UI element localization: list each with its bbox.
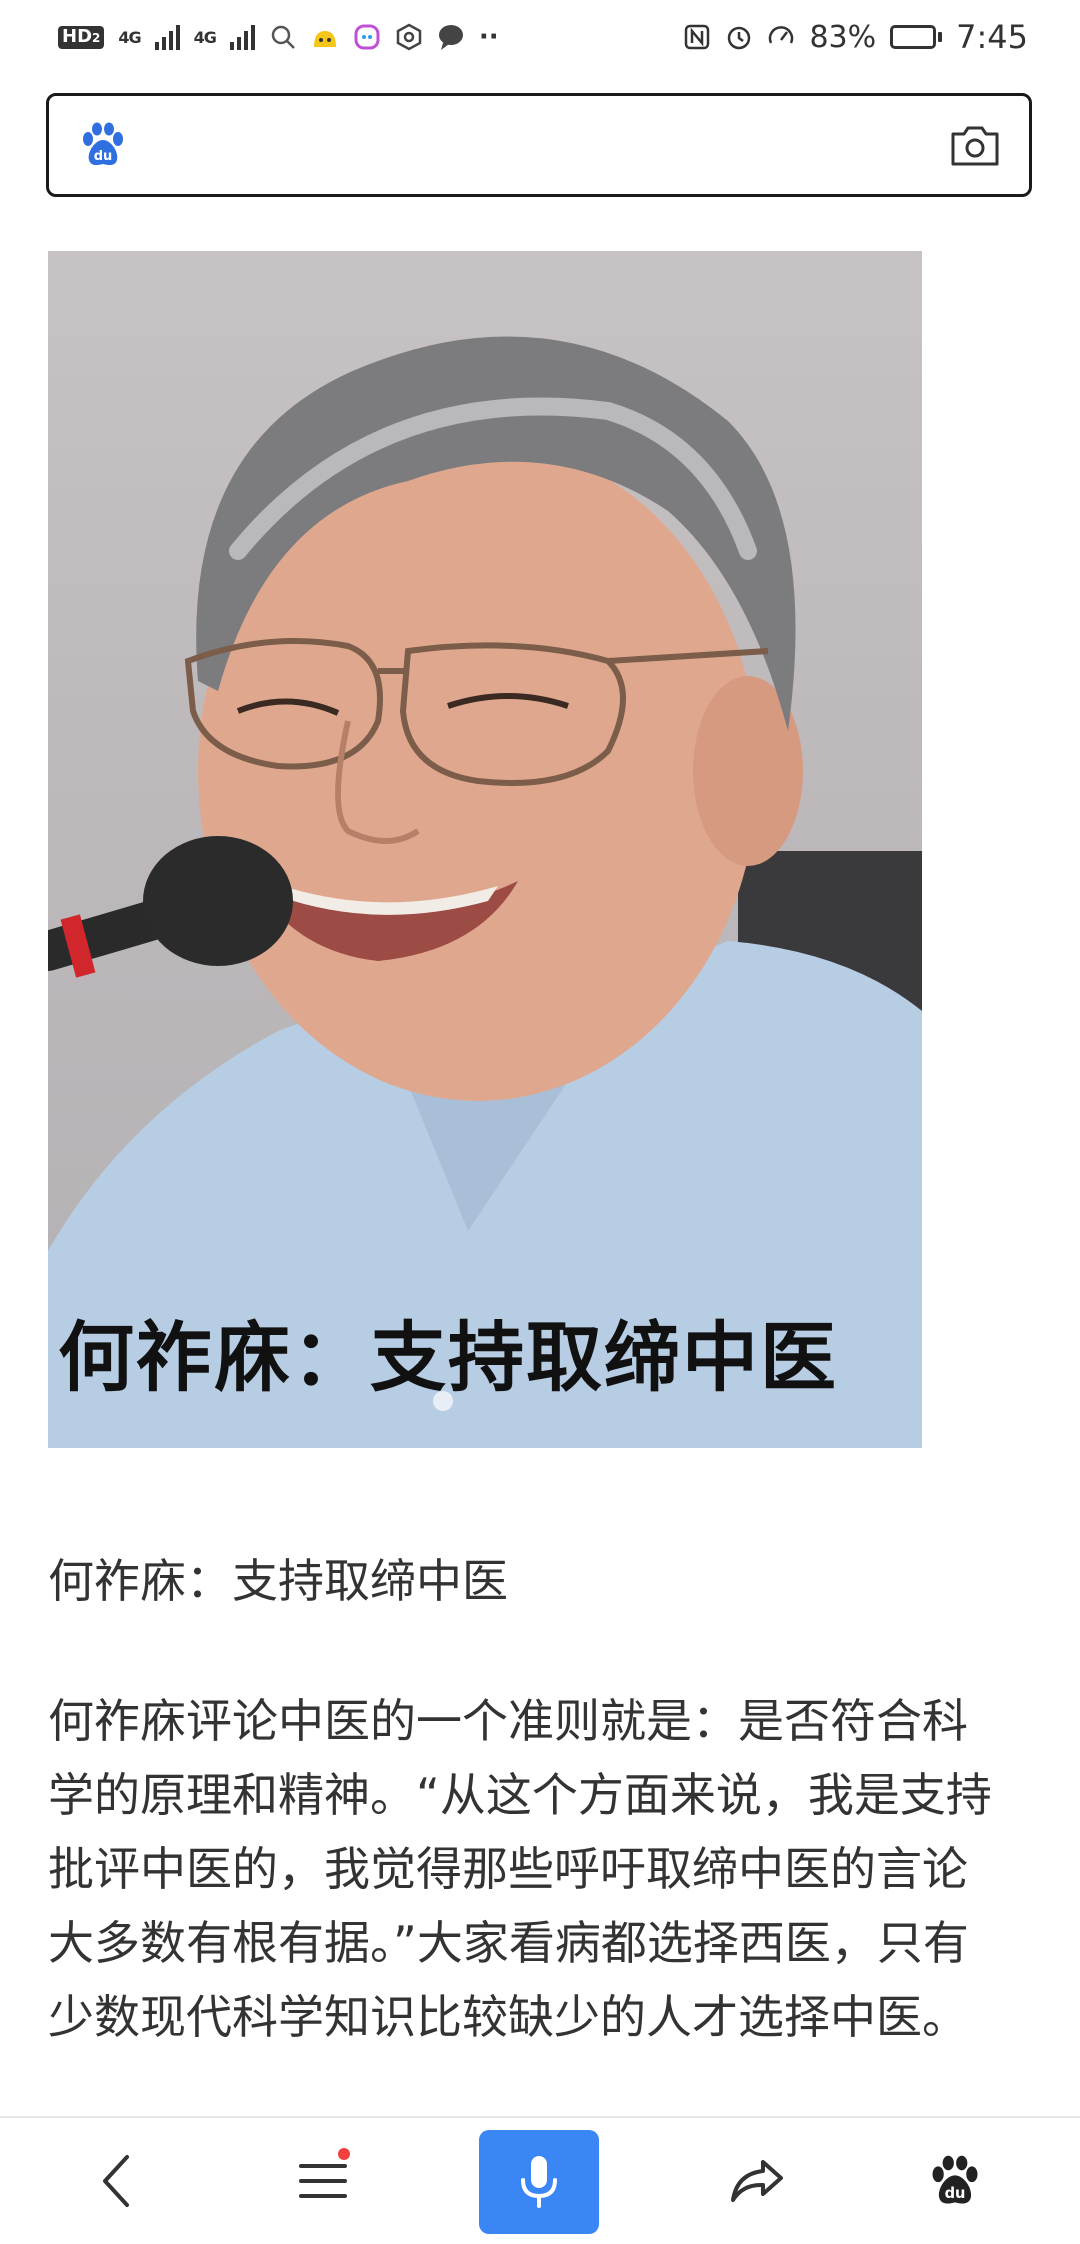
article-line: 少数现代科学知识比较缺少的人才选择中医。 — [48, 1990, 968, 2044]
image-caption: 何祚庥：支持取缔中医 — [48, 1554, 508, 1608]
portrait-illustration — [48, 336, 922, 1448]
hd-label: HD — [62, 25, 93, 47]
camera-icon[interactable] — [949, 122, 1001, 168]
article-line: 何祚庥评论中医的一个准则就是：是否符合科 — [48, 1694, 968, 1748]
voice-search-button[interactable] — [479, 2130, 599, 2234]
status-right: 83% 7:45 — [683, 18, 1028, 56]
clock-time: 7:45 — [956, 18, 1028, 56]
svg-text:du: du — [94, 149, 113, 164]
share-button[interactable] — [692, 2118, 822, 2244]
bottom-navigation: du — [0, 2116, 1080, 2244]
chat-bubble-icon — [438, 25, 463, 50]
battery-percent: 83% — [809, 19, 877, 55]
portrait-photo[interactable]: 何祚庥：支持取缔中医 — [48, 251, 922, 1448]
article-line: 批评中医的，我觉得那些呼吁取缔中医的言论 — [48, 1842, 968, 1896]
svg-text:du: du — [945, 2185, 966, 2202]
photo-overlay-caption: 何祚庥：支持取缔中医 — [58, 1313, 838, 1402]
article-line: 大多数有根有据。”大家看病都选择西医，只有 — [48, 1916, 969, 1970]
share-icon — [731, 2160, 783, 2202]
nfc-icon — [685, 24, 710, 50]
search-bar[interactable]: du — [46, 93, 1032, 197]
microphone-icon — [521, 2156, 557, 2208]
article-line: 学的原理和精神。“从这个方面来说，我是支持 — [48, 1768, 992, 1822]
back-button[interactable] — [52, 2118, 182, 2244]
speedometer-icon — [769, 26, 794, 44]
signal-4g-label-2: 4G — [193, 27, 217, 47]
baidu-home-button[interactable]: du — [890, 2118, 1020, 2244]
notification-dot — [338, 2148, 350, 2160]
hexagon-app-icon — [396, 23, 422, 51]
search-input[interactable] — [147, 125, 949, 165]
article-paragraph: 何祚庥评论中医的一个准则就是：是否符合科 学的原理和精神。“从这个方面来说，我是… — [48, 1684, 1038, 2054]
app-mascot-icon — [313, 31, 336, 47]
signal-bars-2-icon — [229, 24, 255, 50]
menu-button[interactable] — [258, 2118, 388, 2244]
menu-icon — [299, 2164, 347, 2198]
hd-badge: HD2 — [58, 25, 105, 49]
sim-index: 2 — [92, 30, 101, 45]
more-notifications-dots: ·· — [478, 22, 499, 52]
signal-bars-1-icon — [154, 24, 180, 50]
search-notification-icon — [271, 25, 295, 49]
status-bar: HD2 4G 4G ·· 83% 7:45 — [0, 0, 1080, 74]
colorful-app-icon — [354, 24, 380, 50]
signal-4g-label-1: 4G — [118, 27, 141, 47]
battery-icon — [890, 25, 943, 49]
back-icon — [103, 2155, 129, 2207]
alarm-icon — [728, 26, 751, 50]
baidu-logo-icon: du — [83, 122, 123, 166]
status-left: HD2 4G 4G ·· — [58, 22, 499, 52]
baidu-paw-icon: du — [932, 2155, 978, 2204]
